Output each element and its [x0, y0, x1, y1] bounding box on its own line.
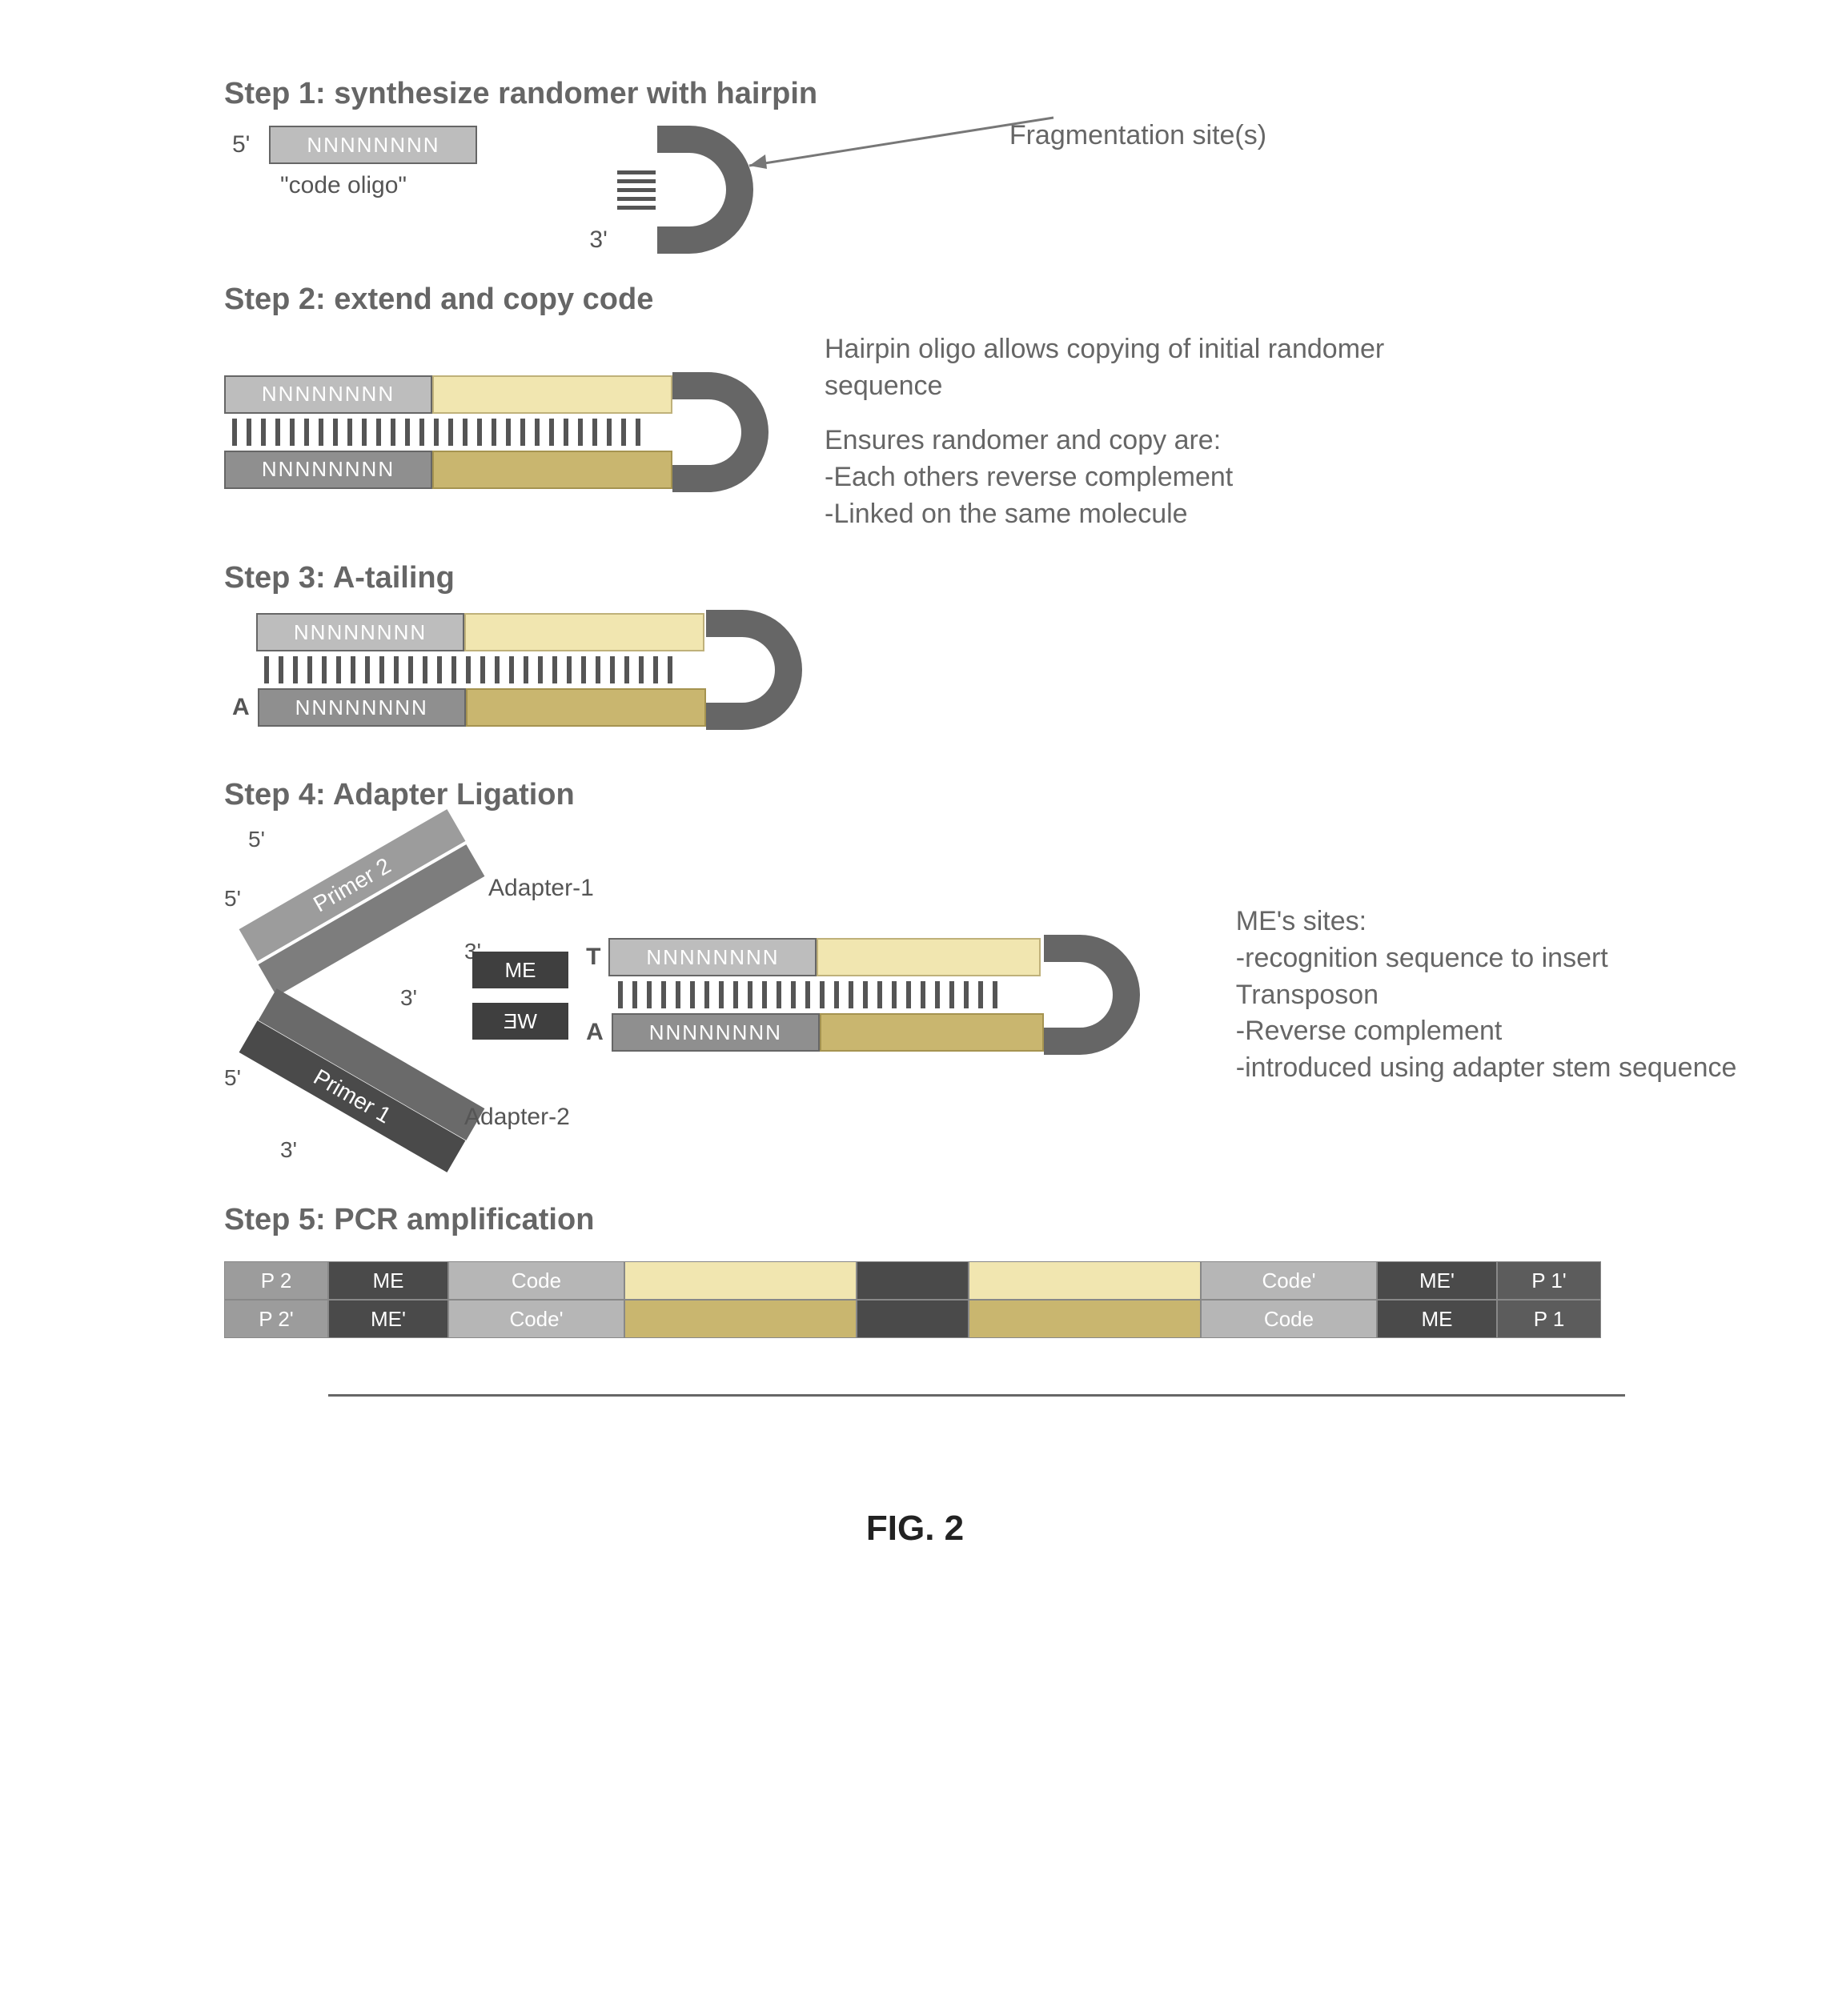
loop-cell — [857, 1261, 969, 1300]
anno-line: -Linked on the same molecule — [825, 496, 1401, 533]
loop-cell — [857, 1300, 969, 1338]
randomer-top: NNNNNNNN — [256, 613, 464, 651]
step4-title: Step 4: Adapter Ligation — [224, 778, 1750, 812]
step3-duplex: A NNNNNNNN A NNNNNNNN — [224, 613, 706, 727]
code-cell: Code' — [1201, 1261, 1377, 1300]
stem-top — [464, 613, 704, 651]
divider-line — [328, 1394, 1625, 1397]
five-prime-label: 5' — [232, 131, 250, 158]
p1-cell: P 1' — [1497, 1261, 1601, 1300]
code-oligo-label: "code oligo" — [280, 172, 477, 199]
three-prime-label: 3' — [400, 985, 417, 1011]
step1-hairpin: 3' — [581, 126, 752, 254]
p2-cell: P 2' — [224, 1300, 328, 1338]
adapter2-label: Adapter-2 — [464, 1104, 570, 1131]
randomer-top: NNNNNNNN — [608, 938, 817, 976]
five-prime-label: 5' — [224, 886, 241, 912]
step4-duplex: T NNNNNNNN A NNNNNNNN — [578, 938, 1044, 1052]
step2-annotation: Hairpin oligo allows copying of initial … — [825, 331, 1401, 532]
anno-line: -Each others reverse complement — [825, 459, 1401, 496]
anno-line: Hairpin oligo allows copying of initial … — [825, 331, 1401, 405]
five-prime-label: 5' — [224, 1065, 241, 1091]
anno-line: -introduced using adapter stem sequence — [1236, 1050, 1750, 1087]
figure-label: FIG. 2 — [48, 1509, 1782, 1549]
randomer-bot: NNNNNNNN — [258, 688, 466, 727]
stem-top — [432, 375, 672, 414]
five-prime-label: 5' — [248, 827, 265, 852]
randomer-bot: NNNNNNNN — [224, 451, 432, 489]
base-pair-ticks-icon — [610, 981, 1044, 1008]
base-pair-ticks-icon — [224, 419, 672, 446]
randomer-top: NNNNNNNN — [224, 375, 432, 414]
step2-title: Step 2: extend and copy code — [224, 283, 1750, 317]
step2-duplex: NNNNNNNN NNNNNNNN — [224, 375, 672, 489]
p2-cell: P 2 — [224, 1261, 328, 1300]
anno-line: Ensures randomer and copy are: — [825, 423, 1401, 459]
hairpin-stem-icon — [617, 170, 656, 210]
p1-cell: P 1 — [1497, 1300, 1601, 1338]
base-pair-ticks-icon — [256, 656, 706, 683]
anno-line: ME's sites: — [1236, 904, 1750, 940]
adapter1-label: Adapter-1 — [488, 875, 594, 902]
pcr-bot-strand: P 2' ME' Code' Code ME P 1 — [224, 1300, 1729, 1338]
hairpin-loop-icon — [1044, 935, 1140, 1055]
me-cell: ME — [328, 1261, 448, 1300]
fragmentation-arrow-icon — [733, 102, 1070, 198]
stem-bot — [432, 451, 672, 489]
stem-top — [817, 938, 1041, 976]
step3-title: Step 3: A-tailing — [224, 561, 1750, 595]
stem-bot — [466, 688, 706, 727]
stem-cell — [969, 1300, 1201, 1338]
me-box-top: ME — [472, 952, 568, 988]
pcr-strip: P 2 ME Code Code' ME' P 1' P 2' ME' Code… — [224, 1261, 1729, 1397]
me-box-bot: ƎW — [472, 1003, 568, 1040]
hairpin-loop-icon — [672, 372, 769, 492]
code-cell: Code — [448, 1261, 624, 1300]
me-cell: ME' — [1377, 1261, 1497, 1300]
anno-line: -Reverse complement — [1236, 1013, 1750, 1050]
randomer-box: NNNNNNNN — [269, 126, 477, 164]
hairpin-loop-icon — [706, 610, 802, 730]
y-adapter-diagram: 5' 5' 3' 3' 5' 3' Primer 2 Primer 1 ME Ǝ… — [224, 827, 634, 1163]
randomer-bot: NNNNNNNN — [612, 1013, 820, 1052]
three-prime-label: 3' — [589, 226, 607, 254]
step1-oligo: 5' NNNNNNNN "code oligo" — [224, 126, 477, 199]
code-cell: Code' — [448, 1300, 624, 1338]
me-cell: ME' — [328, 1300, 448, 1338]
anno-line: -recognition sequence to insert Transpos… — [1236, 940, 1750, 1014]
stem-bot — [820, 1013, 1044, 1052]
me-cell: ME — [1377, 1300, 1497, 1338]
stem-cell — [624, 1261, 857, 1300]
code-cell: Code — [1201, 1300, 1377, 1338]
three-prime-label: 3' — [280, 1137, 297, 1163]
step4-annotation: ME's sites: -recognition sequence to ins… — [1236, 904, 1750, 1087]
step5-title: Step 5: PCR amplification — [224, 1203, 1750, 1237]
pcr-top-strand: P 2 ME Code Code' ME' P 1' — [224, 1261, 1729, 1300]
stem-cell — [969, 1261, 1201, 1300]
a-tail-label: A — [232, 694, 250, 721]
stem-cell — [624, 1300, 857, 1338]
